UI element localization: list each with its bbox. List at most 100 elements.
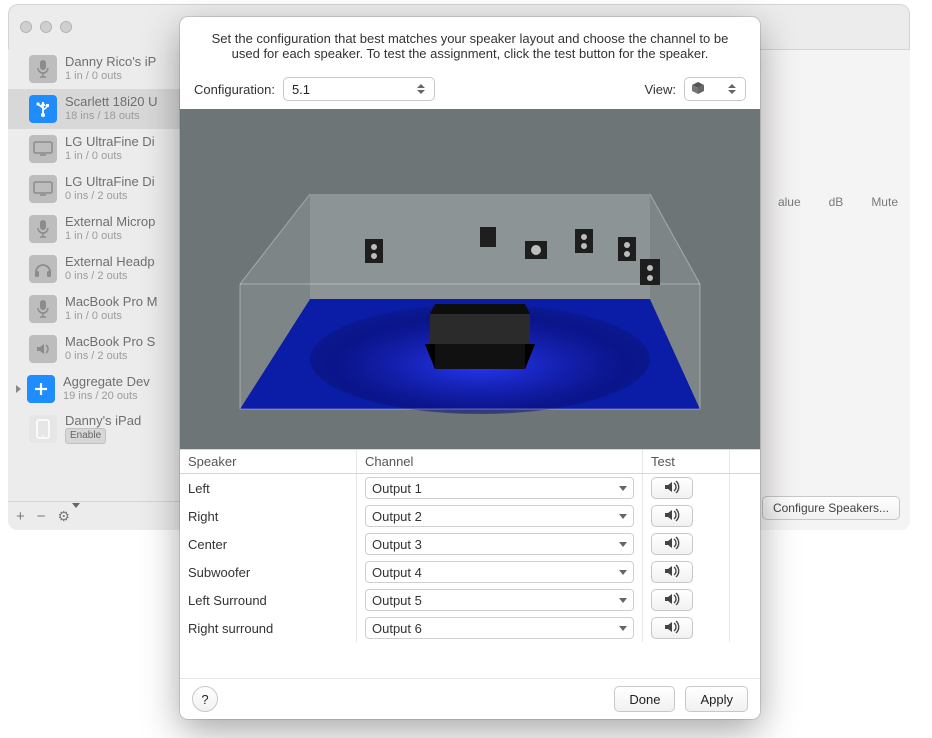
device-name: LG UltraFine Di	[65, 175, 155, 190]
speaker-center-icon	[480, 227, 496, 247]
plus-icon	[27, 375, 55, 403]
display-icon	[29, 175, 57, 203]
apply-button[interactable]: Apply	[685, 686, 748, 712]
speaker-right-front-icon	[575, 229, 593, 253]
view-label: View:	[644, 82, 676, 97]
device-name: MacBook Pro S	[65, 335, 155, 350]
test-speaker-button[interactable]	[651, 589, 693, 611]
speaker-name: Right surround	[180, 614, 357, 642]
sound-icon	[663, 564, 681, 581]
device-name: LG UltraFine Di	[65, 135, 155, 150]
channel-value: Output 1	[372, 481, 422, 496]
configuration-select[interactable]: 5.1	[283, 77, 435, 101]
speaker-left-front-icon	[365, 239, 383, 263]
table-row: Right surround Output 6	[180, 614, 760, 642]
configuration-value: 5.1	[292, 82, 310, 97]
cube-icon	[691, 81, 705, 98]
speaker-right-surround-icon	[640, 259, 660, 285]
channel-select[interactable]: Output 5	[365, 589, 634, 611]
table-row: Center Output 3	[180, 530, 760, 558]
view-select[interactable]	[684, 77, 746, 101]
headphones-icon	[29, 255, 57, 283]
display-icon	[29, 135, 57, 163]
ipad-icon	[29, 415, 57, 443]
channel-select[interactable]: Output 6	[365, 617, 634, 639]
sound-icon	[663, 620, 681, 637]
enable-badge[interactable]: Enable	[65, 428, 106, 444]
chevron-down-icon	[619, 570, 627, 575]
add-device-button[interactable]: +	[16, 509, 25, 524]
usb-icon	[29, 95, 57, 123]
speaker-name: Left Surround	[180, 586, 357, 614]
table-row: Left Output 1	[180, 474, 760, 503]
device-name: Danny's iPad	[65, 414, 141, 429]
channel-select[interactable]: Output 1	[365, 477, 634, 499]
test-speaker-button[interactable]	[651, 505, 693, 527]
speaker-channel-table: Speaker Channel Test Left Output 1 Right Ou…	[180, 449, 760, 642]
chevron-down-icon	[619, 486, 627, 491]
channel-value: Output 6	[372, 621, 422, 636]
device-name: Scarlett 18i20 U	[65, 95, 158, 110]
channel-select[interactable]: Output 2	[365, 505, 634, 527]
channel-select[interactable]: Output 3	[365, 533, 634, 555]
column-speaker[interactable]: Speaker	[180, 450, 357, 474]
speaker-layout-3d-view[interactable]	[180, 109, 760, 449]
table-row: Subwoofer Output 4	[180, 558, 760, 586]
device-io: 19 ins / 20 outs	[63, 390, 150, 403]
table-row: Left Surround Output 5	[180, 586, 760, 614]
channel-value: Output 2	[372, 509, 422, 524]
channel-columns: alue dB Mute	[778, 195, 898, 217]
device-name: External Microp	[65, 215, 155, 230]
channel-value: Output 5	[372, 593, 422, 608]
speaker-name: Left	[180, 474, 357, 503]
test-speaker-button[interactable]	[651, 533, 693, 555]
table-row: Right Output 2	[180, 502, 760, 530]
sound-icon	[663, 592, 681, 609]
speaker-right-rear-icon	[618, 237, 636, 261]
configure-speakers-button[interactable]: Configure Speakers...	[762, 496, 900, 520]
speaker-name: Subwoofer	[180, 558, 357, 586]
mic-icon	[29, 215, 57, 243]
device-name: MacBook Pro M	[65, 295, 157, 310]
test-speaker-button[interactable]	[651, 617, 693, 639]
sound-icon	[663, 508, 681, 525]
speaker-name: Center	[180, 530, 357, 558]
device-io: 0 ins / 2 outs	[65, 190, 155, 203]
chevron-right-icon[interactable]	[16, 385, 21, 393]
channel-select[interactable]: Output 4	[365, 561, 634, 583]
speaker-name: Right	[180, 502, 357, 530]
mic-icon	[29, 295, 57, 323]
device-name: External Headp	[65, 255, 155, 270]
remove-device-button[interactable]: −	[37, 509, 46, 524]
sound-icon	[663, 536, 681, 553]
device-io: 1 in / 0 outs	[65, 230, 155, 243]
channel-value: Output 4	[372, 565, 422, 580]
chevron-down-icon	[619, 542, 627, 547]
column-test[interactable]: Test	[643, 450, 730, 474]
device-io: 0 ins / 2 outs	[65, 350, 155, 363]
column-value: alue	[778, 195, 801, 217]
configuration-label: Configuration:	[194, 82, 275, 97]
sound-icon	[663, 480, 681, 497]
device-io: 18 ins / 18 outs	[65, 110, 158, 123]
device-name: Aggregate Dev	[63, 375, 150, 390]
device-io: 1 in / 0 outs	[65, 70, 156, 83]
test-speaker-button[interactable]	[651, 561, 693, 583]
device-name: Danny Rico's iP	[65, 55, 156, 70]
done-button[interactable]: Done	[614, 686, 675, 712]
chevron-down-icon	[619, 514, 627, 519]
gear-menu-button[interactable]: ⚙︎	[58, 508, 81, 525]
device-io: 1 in / 0 outs	[65, 150, 155, 163]
column-mute: Mute	[871, 195, 898, 217]
sheet-help-button[interactable]: ?	[192, 686, 218, 712]
mic-icon	[29, 55, 57, 83]
chevron-down-icon	[619, 626, 627, 631]
channel-value: Output 3	[372, 537, 422, 552]
configure-speakers-sheet: Set the configuration that best matches …	[180, 17, 760, 719]
speaker-icon	[29, 335, 57, 363]
column-channel[interactable]: Channel	[357, 450, 643, 474]
chevron-down-icon	[619, 598, 627, 603]
couch-icon	[425, 304, 535, 369]
device-io: 0 ins / 2 outs	[65, 270, 155, 283]
test-speaker-button[interactable]	[651, 477, 693, 499]
